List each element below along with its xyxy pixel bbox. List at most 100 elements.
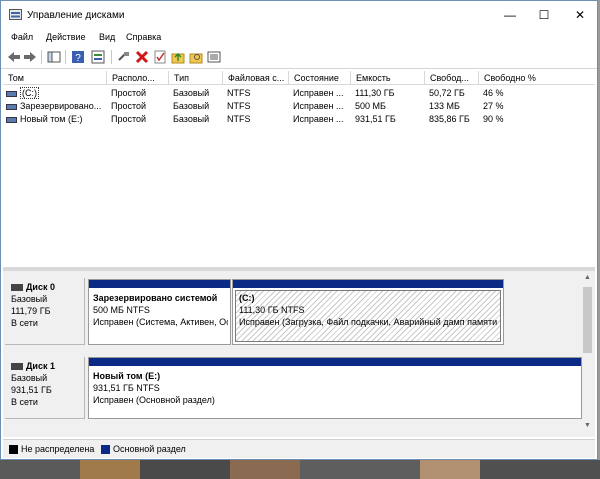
status-cell: Исправен ...	[293, 88, 344, 98]
column-header-layout[interactable]: Располо...	[107, 71, 169, 85]
disk-size: 111,79 ГБ	[11, 306, 51, 316]
disk-type: Базовый	[11, 294, 48, 304]
scroll-up-icon[interactable]: ▲	[582, 273, 593, 283]
scroll-down-icon[interactable]: ▼	[582, 421, 593, 431]
list-icon[interactable]	[207, 50, 221, 64]
primary-partition-bar	[233, 280, 503, 288]
type-cell: Базовый	[173, 114, 210, 124]
close-button[interactable]: ✕	[563, 1, 597, 29]
partition-size: 500 МБ NTFS	[93, 305, 150, 315]
disk-status: В сети	[11, 318, 38, 328]
disk-management-window: Управление дисками — ☐ ✕ Файл Действие В…	[0, 0, 598, 460]
partition-system-reserved[interactable]: Зарезервировано системой 500 МБ NTFS Исп…	[88, 279, 231, 345]
column-header-capacity[interactable]: Емкость	[351, 71, 425, 85]
partition-c-drive[interactable]: (C:) 111,30 ГБ NTFS Исправен (Загрузка, …	[232, 279, 504, 345]
volume-cell: (C:)	[3, 87, 107, 99]
folder-up-icon[interactable]	[171, 50, 185, 64]
delete-icon[interactable]	[135, 50, 149, 64]
volume-list: Том Располо... Тип Файловая с... Состоян…	[3, 71, 595, 267]
legend-primary-partition: Основной раздел	[113, 444, 186, 454]
partition-status: Исправен (Система, Активен, Основной раз…	[93, 317, 228, 327]
disk-1-label[interactable]: Диск 1 Базовый 931,51 ГБ В сети	[5, 357, 85, 419]
disk-icon	[11, 362, 23, 370]
partition-status: Исправен (Загрузка, Файл подкачки, Авари…	[239, 317, 498, 327]
menu-bar: Файл Действие Вид Справка	[1, 29, 597, 46]
menu-help[interactable]: Справка	[126, 32, 161, 42]
primary-partition-legend-swatch	[101, 445, 110, 454]
minimize-button[interactable]: —	[493, 1, 527, 29]
disk-status: В сети	[11, 397, 38, 407]
layout-cell: Простой	[111, 88, 147, 98]
disk-size: 931,51 ГБ	[11, 385, 52, 395]
primary-partition-bar	[89, 280, 230, 288]
connect-icon[interactable]	[117, 50, 131, 64]
legend: Не распределена Основной раздел	[3, 439, 595, 458]
volume-row[interactable]: Новый том (E:) Простой Базовый NTFS Испр…	[3, 113, 595, 125]
disk-map-scrollbar[interactable]: ▲ ▼	[582, 273, 593, 431]
scrollbar-thumb[interactable]	[583, 287, 592, 353]
column-header-volume[interactable]: Том	[3, 71, 107, 85]
disk-name: Диск 1	[26, 361, 55, 371]
disk-0-label[interactable]: Диск 0 Базовый 111,79 ГБ В сети	[5, 278, 85, 345]
free-space-cell: 835,86 ГБ	[429, 114, 470, 124]
close-icon: ✕	[574, 8, 586, 22]
volume-name: Новый том (E:)	[20, 114, 83, 124]
toolbar: ?	[1, 46, 597, 69]
filesystem-cell: NTFS	[227, 88, 251, 98]
free-percent-cell: 46 %	[483, 88, 504, 98]
minimize-icon: —	[504, 8, 516, 22]
toolbar-separator	[65, 50, 66, 64]
type-cell: Базовый	[173, 101, 210, 111]
volume-name: Зарезервировано...	[20, 101, 102, 111]
filesystem-cell: NTFS	[227, 101, 251, 111]
capacity-cell: 111,30 ГБ	[355, 88, 395, 98]
forward-icon[interactable]	[23, 50, 37, 64]
capacity-cell: 500 МБ	[355, 101, 386, 111]
legend-unallocated: Не распределена	[21, 444, 95, 454]
partition-size: 111,30 ГБ NTFS	[239, 305, 305, 315]
disk-management-app-icon	[9, 9, 22, 20]
partition-name: (C:)	[239, 293, 255, 303]
toolbar-separator	[111, 50, 112, 64]
menu-file[interactable]: Файл	[11, 32, 33, 42]
volume-name: (C:)	[20, 87, 39, 99]
folder-search-icon[interactable]	[189, 50, 203, 64]
free-space-cell: 133 МБ	[429, 101, 460, 111]
toolbar-separator	[41, 50, 42, 64]
capacity-cell: 931,51 ГБ	[355, 114, 396, 124]
column-header-free-space[interactable]: Свобод...	[425, 71, 479, 85]
menu-view[interactable]: Вид	[99, 32, 115, 42]
menu-action[interactable]: Действие	[46, 32, 86, 42]
free-percent-cell: 90 %	[483, 114, 504, 124]
back-icon[interactable]	[7, 50, 21, 64]
check-icon[interactable]	[153, 50, 167, 64]
volume-icon	[6, 103, 17, 110]
free-space-cell: 50,72 ГБ	[429, 88, 465, 98]
column-header-type[interactable]: Тип	[169, 71, 223, 85]
disk-name: Диск 0	[26, 282, 55, 292]
status-cell: Исправен ...	[293, 101, 344, 111]
selected-partition-area: (C:) 111,30 ГБ NTFS Исправен (Загрузка, …	[235, 290, 501, 342]
partition-e-drive[interactable]: Новый том (E:) 931,51 ГБ NTFS Исправен (…	[88, 357, 582, 419]
maximize-button[interactable]: ☐	[527, 1, 561, 29]
column-header-filesystem[interactable]: Файловая с...	[223, 71, 289, 85]
primary-partition-bar	[89, 358, 581, 366]
svg-text:?: ?	[75, 53, 81, 64]
filesystem-cell: NTFS	[227, 114, 251, 124]
column-header-status[interactable]: Состояние	[289, 71, 351, 85]
volume-row[interactable]: Зарезервировано... Простой Базовый NTFS …	[3, 100, 595, 112]
maximize-icon: ☐	[538, 8, 550, 22]
disk-map: Диск 0 Базовый 111,79 ГБ В сети Зарезерв…	[3, 271, 595, 437]
volume-row[interactable]: (C:) Простой Базовый NTFS Исправен ... 1…	[3, 87, 595, 99]
properties-icon[interactable]	[91, 50, 105, 64]
status-cell: Исправен ...	[293, 114, 344, 124]
partition-name: Новый том (E:)	[93, 371, 161, 381]
console-tree-icon[interactable]	[47, 50, 61, 64]
free-percent-cell: 27 %	[483, 101, 504, 111]
volume-icon	[6, 90, 17, 97]
desktop-taskbar-strip	[0, 460, 600, 479]
help-icon[interactable]: ?	[71, 50, 85, 64]
column-header-free-percent[interactable]: Свободно %	[479, 71, 595, 85]
window-title: Управление дисками	[27, 10, 125, 21]
title-bar: Управление дисками — ☐ ✕	[1, 1, 597, 29]
